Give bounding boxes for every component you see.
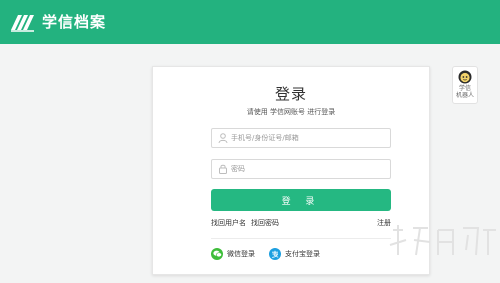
watermark-graphic	[389, 225, 496, 256]
wechat-icon	[211, 248, 223, 260]
lock-icon	[219, 164, 227, 174]
robot-label: 学信 机器人	[456, 85, 474, 99]
wechat-login-label: 微信登录	[227, 250, 255, 258]
brand-title: 学信档案	[42, 13, 107, 31]
wechat-login-button[interactable]: 微信登录	[211, 248, 255, 260]
brand[interactable]: 学信档案	[10, 11, 106, 33]
login-title: 登录	[274, 85, 307, 103]
password-field[interactable]	[211, 159, 391, 179]
book-logo-icon	[11, 15, 34, 32]
alipay-login-button[interactable]: 支付宝登录	[269, 248, 320, 260]
account-links: 找回用户名 找回密码 注册	[211, 218, 391, 230]
username-field[interactable]	[211, 128, 391, 148]
login-subtitle: 请使用 学信网账号 进行登录	[246, 108, 336, 116]
alipay-icon	[269, 248, 281, 260]
find-password-link[interactable]: 找回密码	[251, 218, 279, 228]
find-username-link[interactable]: 找回用户名	[211, 218, 246, 228]
robot-label-line2: 机器人	[455, 92, 474, 99]
top-bar: 学信档案	[0, 0, 500, 44]
username-input[interactable]	[231, 130, 386, 146]
alipay-login-label: 支付宝登录	[285, 250, 320, 258]
robot-avatar-icon	[458, 70, 472, 84]
robot-assistant[interactable]: 学信 机器人	[452, 66, 478, 104]
divider	[211, 238, 391, 239]
login-button[interactable]: 登 录	[211, 189, 391, 211]
robot-label-line1: 学信	[458, 85, 471, 92]
user-icon	[218, 133, 228, 144]
password-input[interactable]	[231, 161, 386, 177]
